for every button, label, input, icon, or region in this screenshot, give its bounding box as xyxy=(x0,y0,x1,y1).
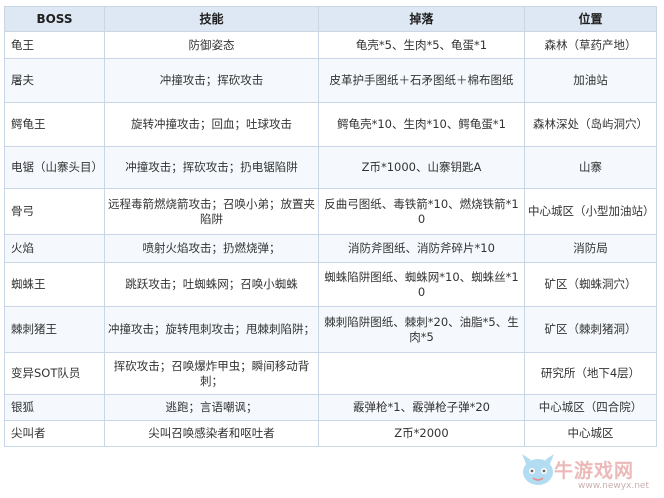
boss-skills: 逃跑；言语嘲讽； xyxy=(104,394,319,421)
table-row: 棘刺猪王 冲撞攻击；旋转甩刺攻击；甩棘刺陷阱； 棘刺陷阱图纸、棘刺*20、油脂*… xyxy=(4,306,657,353)
boss-name: 尖叫者 xyxy=(4,420,105,447)
boss-name: 棘刺猪王 xyxy=(4,306,105,353)
boss-location: 中心城区（四合院） xyxy=(524,394,657,421)
boss-table-container: BOSS 技能 掉落 位置 龟王 防御姿态 龟壳*5、生肉*5、龟蛋*1 森林（… xyxy=(4,6,657,447)
boss-drops: 皮革护手图纸＋石矛图纸＋棉布图纸 xyxy=(318,58,525,103)
boss-location: 消防局 xyxy=(524,234,657,263)
boss-location: 中心城区（小型加油站） xyxy=(524,188,657,235)
table-row: 屠夫 冲撞攻击；挥砍攻击 皮革护手图纸＋石矛图纸＋棉布图纸 加油站 xyxy=(4,58,657,103)
boss-name: 电锯（山寨头目） xyxy=(4,146,105,189)
boss-name: 龟王 xyxy=(4,31,105,59)
boss-skills: 尖叫召唤感染者和呕吐者 xyxy=(104,420,319,447)
table-row: 火焰 喷射火焰攻击；扔燃烧弹； 消防斧图纸、消防斧碎片*10 消防局 xyxy=(4,234,657,263)
boss-skills: 喷射火焰攻击；扔燃烧弹； xyxy=(104,234,319,263)
boss-location: 研究所（地下4层） xyxy=(524,352,657,395)
mascot-logo-icon xyxy=(522,454,554,485)
boss-drops: 棘刺陷阱图纸、棘刺*20、油脂*5、生肉*5 xyxy=(318,306,525,353)
boss-drops: 龟壳*5、生肉*5、龟蛋*1 xyxy=(318,31,525,59)
boss-skills: 跳跃攻击；吐蜘蛛网；召唤小蜘蛛 xyxy=(104,262,319,307)
boss-location: 森林（草药产地） xyxy=(524,31,657,59)
boss-name: 银狐 xyxy=(4,394,105,421)
boss-drops: 霰弹枪*1、霰弹枪子弹*20 xyxy=(318,394,525,421)
header-row: BOSS 技能 掉落 位置 xyxy=(4,6,657,32)
boss-location: 矿区（蜘蛛洞穴） xyxy=(524,262,657,307)
boss-name: 鳄龟王 xyxy=(4,102,105,147)
table-row: 蜘蛛王 跳跃攻击；吐蜘蛛网；召唤小蜘蛛 蜘蛛陷阱图纸、蜘蛛网*10、蜘蛛丝*10… xyxy=(4,262,657,307)
boss-drops: 鳄龟壳*10、生肉*10、鳄龟蛋*1 xyxy=(318,102,525,147)
header-location: 位置 xyxy=(524,6,657,32)
boss-name: 火焰 xyxy=(4,234,105,263)
watermark-text: 牛游戏网 xyxy=(554,460,635,482)
boss-location: 中心城区 xyxy=(524,420,657,447)
boss-skills: 冲撞攻击；挥砍攻击 xyxy=(104,58,319,103)
boss-drops: 反曲弓图纸、毒铁箭*10、燃烧铁箭*10 xyxy=(318,188,525,235)
boss-skills: 冲撞攻击；旋转甩刺攻击；甩棘刺陷阱； xyxy=(104,306,319,353)
boss-name: 变异SOT队员 xyxy=(4,352,105,395)
site-watermark: 牛游戏网 www.newyx.net xyxy=(518,448,664,498)
boss-name: 蜘蛛王 xyxy=(4,262,105,307)
boss-drops: Z币*2000 xyxy=(318,420,525,447)
table-row: 银狐 逃跑；言语嘲讽； 霰弹枪*1、霰弹枪子弹*20 中心城区（四合院） xyxy=(4,394,657,421)
boss-location: 矿区（棘刺猪洞） xyxy=(524,306,657,353)
boss-drops: 消防斧图纸、消防斧碎片*10 xyxy=(318,234,525,263)
header-skills: 技能 xyxy=(104,6,319,32)
table-row: 骨弓 远程毒箭燃烧箭攻击；召唤小弟；放置夹陷阱 反曲弓图纸、毒铁箭*10、燃烧铁… xyxy=(4,188,657,235)
watermark-url: www.newyx.net xyxy=(578,481,650,491)
boss-drops: 蜘蛛陷阱图纸、蜘蛛网*10、蜘蛛丝*10 xyxy=(318,262,525,307)
boss-skills: 防御姿态 xyxy=(104,31,319,59)
boss-name: 屠夫 xyxy=(4,58,105,103)
boss-skills: 远程毒箭燃烧箭攻击；召唤小弟；放置夹陷阱 xyxy=(104,188,319,235)
table-row: 电锯（山寨头目） 冲撞攻击；挥砍攻击；扔电锯陷阱 Z币*1000、山寨钥匙A 山… xyxy=(4,146,657,189)
table-row: 龟王 防御姿态 龟壳*5、生肉*5、龟蛋*1 森林（草药产地） xyxy=(4,31,657,59)
boss-location: 加油站 xyxy=(524,58,657,103)
boss-drops xyxy=(318,352,525,395)
boss-name: 骨弓 xyxy=(4,188,105,235)
boss-table: BOSS 技能 掉落 位置 龟王 防御姿态 龟壳*5、生肉*5、龟蛋*1 森林（… xyxy=(4,6,657,447)
boss-location: 森林深处（岛屿洞穴） xyxy=(524,102,657,147)
boss-skills: 冲撞攻击；挥砍攻击；扔电锯陷阱 xyxy=(104,146,319,189)
header-drops: 掉落 xyxy=(318,6,525,32)
header-boss: BOSS xyxy=(4,6,105,32)
boss-location: 山寨 xyxy=(524,146,657,189)
table-row: 尖叫者 尖叫召唤感染者和呕吐者 Z币*2000 中心城区 xyxy=(4,420,657,447)
table-row: 变异SOT队员 挥砍攻击；召唤爆炸甲虫；瞬间移动背刺； 研究所（地下4层） xyxy=(4,352,657,395)
boss-drops: Z币*1000、山寨钥匙A xyxy=(318,146,525,189)
boss-skills: 旋转冲撞攻击；回血；吐球攻击 xyxy=(104,102,319,147)
boss-skills: 挥砍攻击；召唤爆炸甲虫；瞬间移动背刺； xyxy=(104,352,319,395)
table-row: 鳄龟王 旋转冲撞攻击；回血；吐球攻击 鳄龟壳*10、生肉*10、鳄龟蛋*1 森林… xyxy=(4,102,657,147)
